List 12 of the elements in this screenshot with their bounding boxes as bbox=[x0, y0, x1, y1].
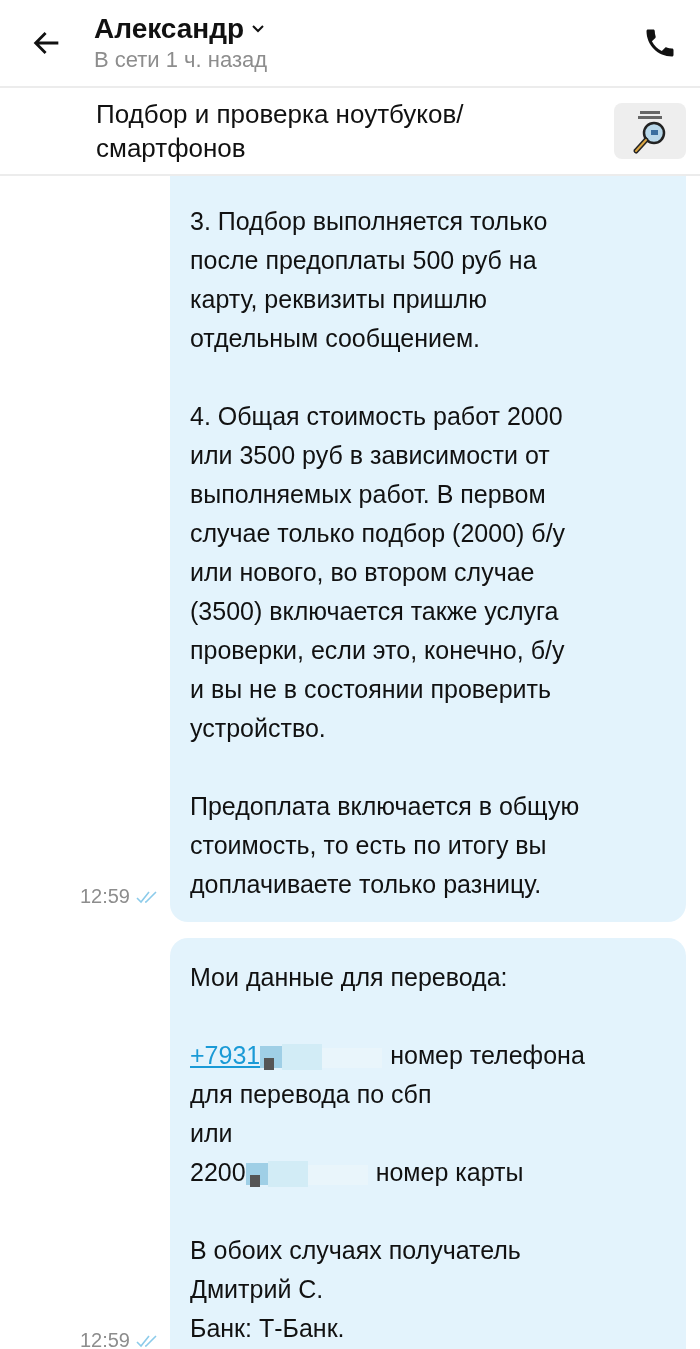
message-text: 3. Подбор выполняется только после предоплаты 500 руб на карту, реквизиты пришлю отдельным сообщением. bbox=[190, 206, 549, 354]
message-text: +7931 номер телефона для перевода по сбп или 2200 номер карты bbox=[190, 1036, 666, 1192]
message-time: 12:59 bbox=[79, 885, 130, 908]
message-text: Мои данные для перевода: bbox=[190, 962, 509, 993]
online-status: В сети 1 ч. назад bbox=[94, 47, 269, 73]
message-time: 12:59 bbox=[79, 1329, 130, 1349]
listing-title[interactable]: Подбор и проверка ноутбуков/ смартфонов bbox=[96, 97, 614, 165]
message-text: В обоих случаях получатель Дмитрий С. Банк: Т-Банк. bbox=[190, 1235, 522, 1344]
contact-name[interactable]: Александр bbox=[94, 13, 245, 45]
message-text: 4. Общая стоимость работ 2000 или 3500 руб в зависимости от выполняемых работ. В первом случае только подбор (2000) б/у или нового, во втором случае (3500) включается также услуга проверки, если это, конечно, б/у и вы не в состоянии проверить устройство. bbox=[190, 401, 567, 744]
message-text: Предоплата включается в общую стоимость, то есть по итогу вы доплачиваете только разницу. bbox=[190, 791, 581, 900]
chevron-down-icon[interactable] bbox=[250, 23, 267, 35]
